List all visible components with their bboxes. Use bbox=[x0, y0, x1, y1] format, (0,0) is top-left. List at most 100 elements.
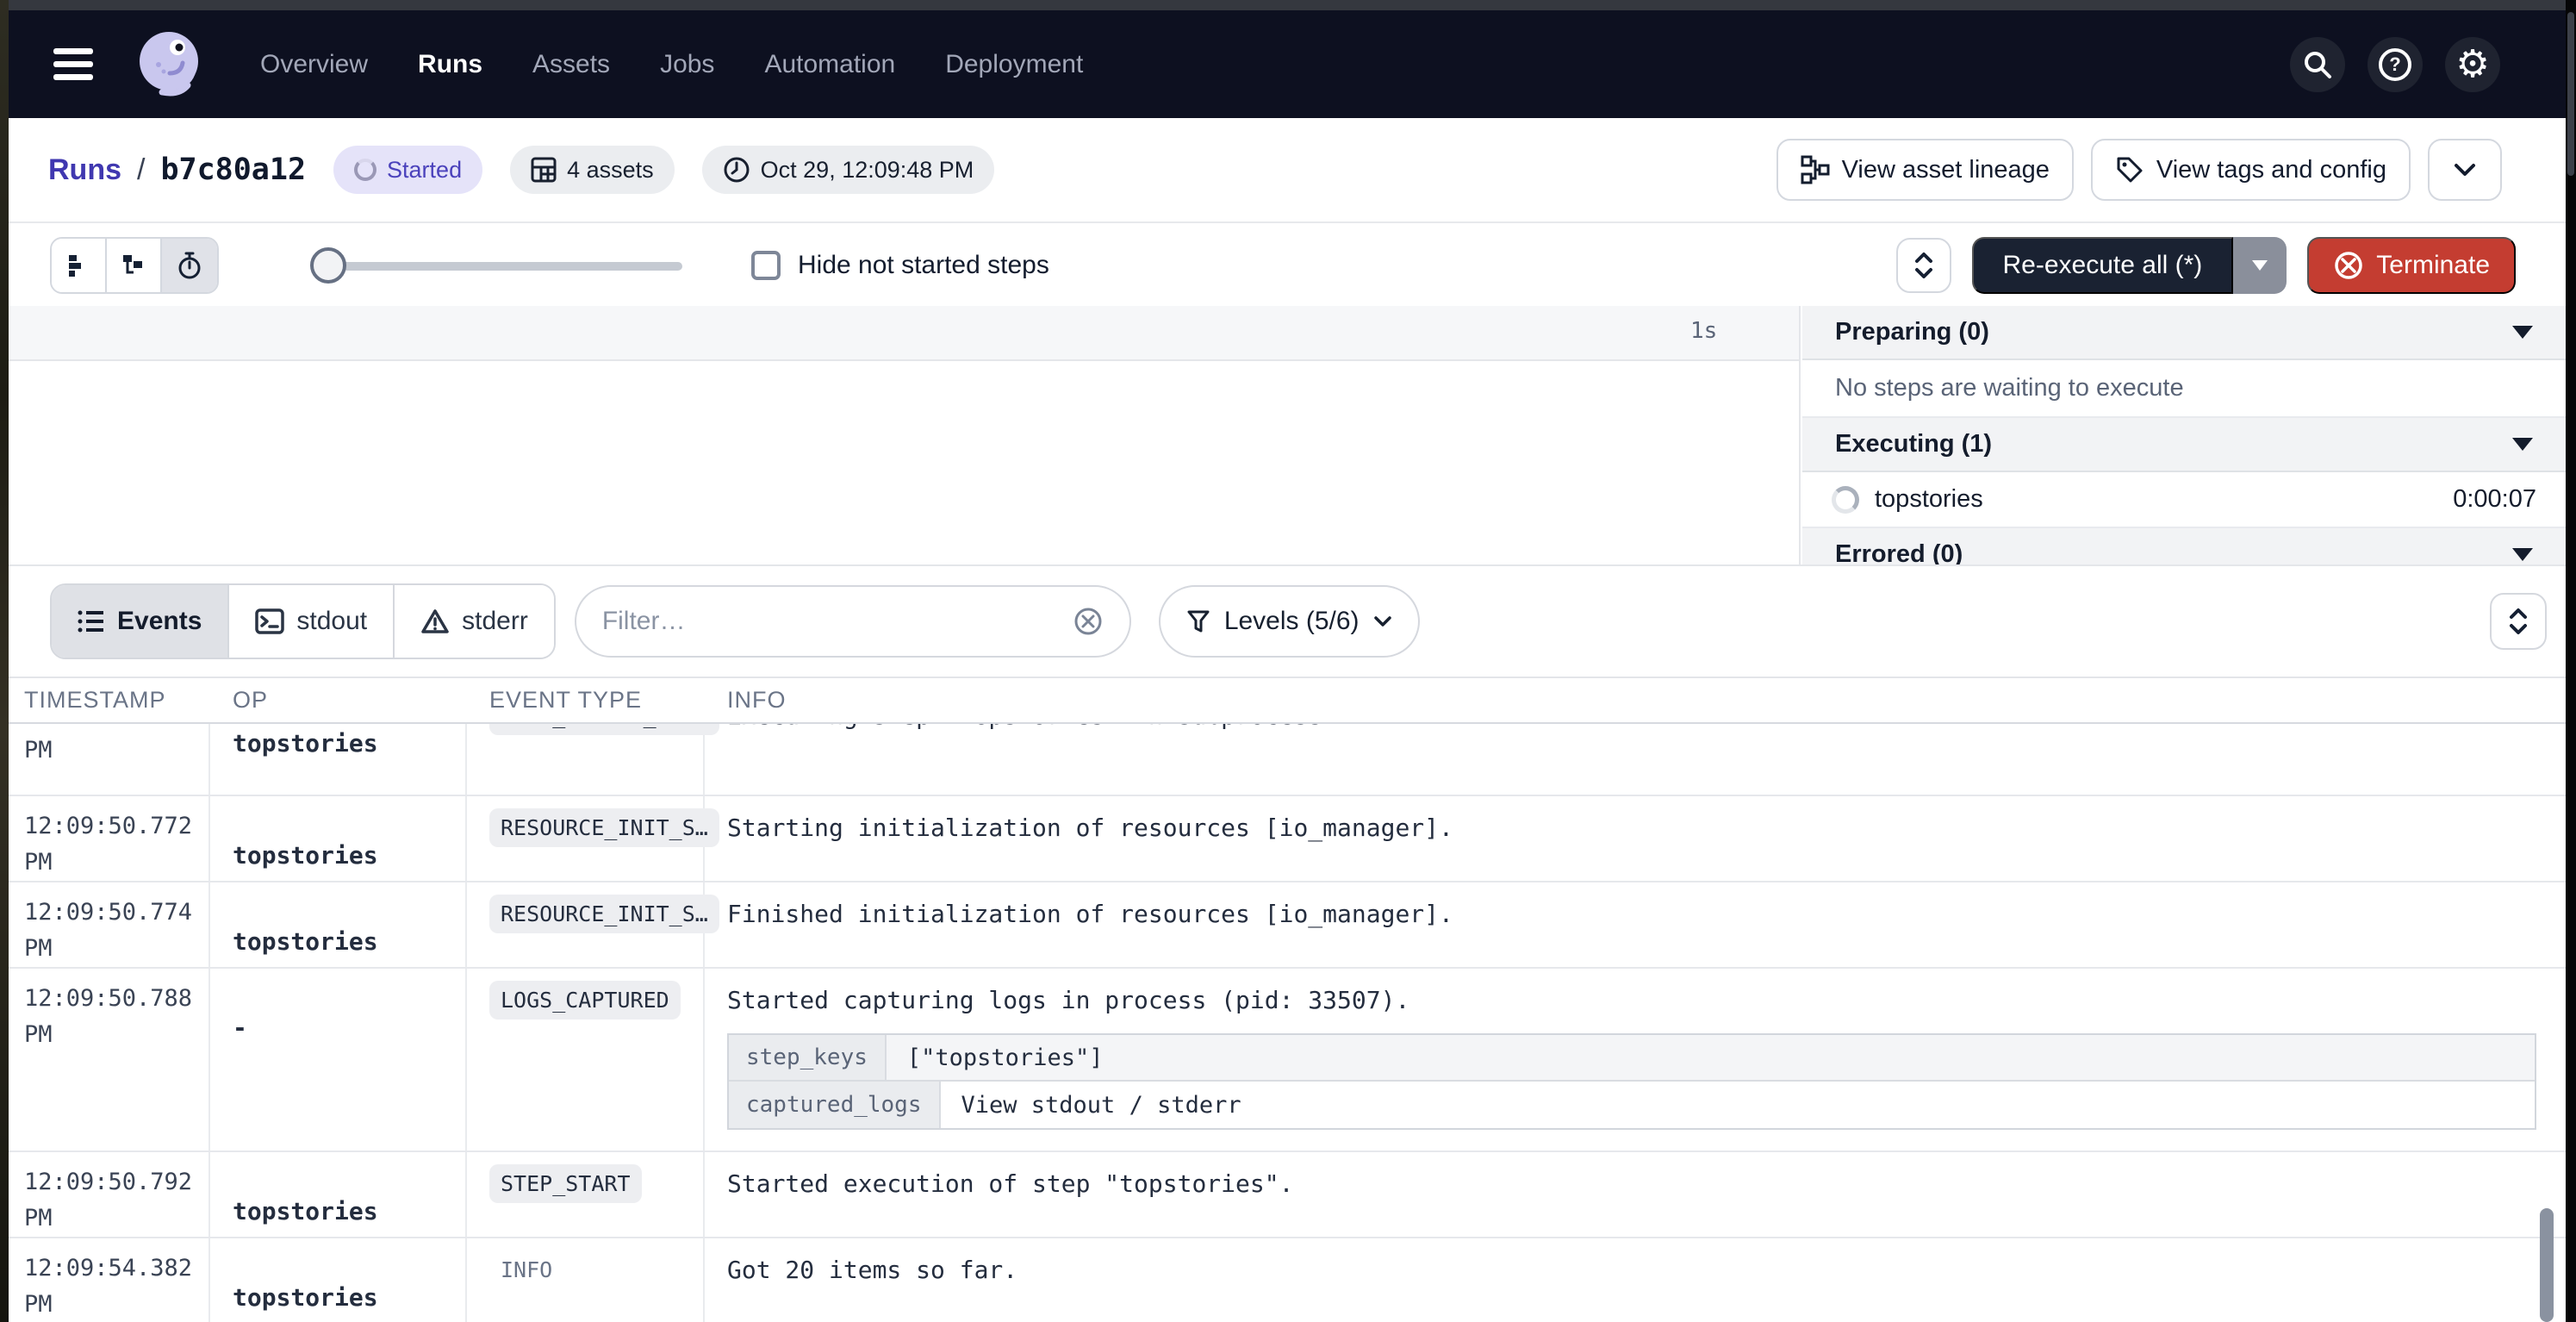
events-expand-button[interactable] bbox=[2490, 593, 2547, 650]
waterfall-view-icon bbox=[121, 253, 146, 278]
log-filter-input[interactable] bbox=[602, 607, 1061, 636]
executing-step-row[interactable]: topstories 0:00:07 bbox=[1802, 472, 2566, 528]
terminate-button[interactable]: Terminate bbox=[2307, 237, 2516, 294]
column-header-event-type: EVENT TYPE bbox=[465, 678, 703, 722]
events-table-header: TIMESTAMP OP EVENT TYPE INFO bbox=[0, 678, 2576, 724]
clock-icon bbox=[723, 156, 750, 184]
cell-event-type: LOGS_CAPTURED bbox=[465, 969, 703, 1151]
chevron-down-icon bbox=[2453, 162, 2477, 178]
hamburger-menu-icon[interactable] bbox=[53, 41, 93, 87]
event-type-badge: STEP_WORKER_STA… bbox=[489, 724, 719, 735]
flat-view-icon bbox=[65, 253, 91, 278]
levels-dropdown-button[interactable]: Levels (5/6) bbox=[1159, 585, 1420, 658]
column-header-info: INFO bbox=[703, 678, 2576, 722]
elapsed-time: 0:00:07 bbox=[2453, 485, 2536, 514]
collapse-caret-icon bbox=[2512, 548, 2533, 561]
spinner-icon bbox=[354, 159, 376, 181]
hide-not-started-checkbox[interactable] bbox=[751, 251, 781, 280]
svg-text:?: ? bbox=[2389, 53, 2400, 75]
waterfall-view-button[interactable] bbox=[107, 239, 162, 292]
table-row[interactable]: 12:09:50.774PMtopstoriesRESOURCE_INIT_S…… bbox=[0, 882, 2576, 969]
nav-item-automation[interactable]: Automation bbox=[764, 50, 895, 79]
cell-op: - bbox=[208, 969, 465, 1151]
step-name: topstories bbox=[1875, 485, 1983, 514]
metadata-value: ["topstories"] bbox=[887, 1035, 2535, 1080]
panel-section-preparing[interactable]: Preparing (0) bbox=[1802, 306, 2566, 360]
flat-view-button[interactable] bbox=[52, 239, 107, 292]
cell-op: topstories bbox=[208, 724, 465, 795]
help-button[interactable]: ? bbox=[2368, 37, 2423, 92]
hide-not-started-label[interactable]: Hide not started steps bbox=[798, 251, 1049, 280]
table-row[interactable]: 12:09:50.792PMtopstoriesSTEP_STARTStarte… bbox=[0, 1152, 2576, 1238]
search-button[interactable] bbox=[2290, 37, 2345, 92]
stopwatch-icon bbox=[176, 251, 203, 280]
events-scrollbar-thumb[interactable] bbox=[2540, 1208, 2554, 1322]
cell-info: Got 20 items so far. bbox=[703, 1238, 2576, 1322]
view-tags-config-button[interactable]: View tags and config bbox=[2091, 139, 2411, 201]
gantt-section: 1s most_frequent Hide unselected bbox=[0, 306, 2576, 564]
nav-item-overview[interactable]: Overview bbox=[260, 50, 368, 79]
more-actions-button[interactable] bbox=[2428, 139, 2502, 201]
breadcrumb-separator: / bbox=[137, 153, 145, 187]
reexecute-all-button[interactable]: Re-execute all (*) bbox=[1972, 237, 2234, 294]
tab-stderr[interactable]: stderr bbox=[395, 585, 554, 658]
dagster-logo-icon[interactable] bbox=[129, 25, 208, 104]
event-metadata-table: step_keys["topstories"]captured_logsView… bbox=[727, 1033, 2536, 1130]
gear-icon: ⚙ bbox=[2455, 46, 2489, 84]
column-header-op: OP bbox=[208, 678, 465, 722]
cell-op: topstories bbox=[208, 796, 465, 881]
zoom-slider[interactable] bbox=[320, 246, 682, 284]
cell-timestamp: 12:09:50.792PM bbox=[0, 1152, 208, 1237]
nav-item-assets[interactable]: Assets bbox=[532, 50, 610, 79]
metadata-key: captured_logs bbox=[729, 1082, 941, 1128]
gantt-chart[interactable]: 1s most_frequent Hide unselected bbox=[0, 306, 1801, 564]
reexecute-dropdown-button[interactable] bbox=[2233, 237, 2287, 294]
settings-button[interactable]: ⚙ bbox=[2445, 37, 2500, 92]
log-filter-box bbox=[575, 585, 1131, 658]
page-scrollbar[interactable] bbox=[2566, 0, 2576, 1322]
view-asset-lineage-button[interactable]: View asset lineage bbox=[1776, 139, 2074, 201]
cell-timestamp: 12:09:50.788PM bbox=[0, 969, 208, 1151]
start-time-badge: Oct 29, 12:09:48 PM bbox=[702, 146, 995, 194]
tag-icon bbox=[2115, 155, 2144, 184]
top-nav: Overview Runs Assets Jobs Automation Dep… bbox=[0, 10, 2576, 118]
assets-grid-icon bbox=[531, 157, 557, 183]
cell-timestamp: 12:09:50.772PM bbox=[0, 796, 208, 881]
events-toolbar: Events stdout stderr Levels (5/6) bbox=[0, 566, 2576, 678]
clear-filter-icon[interactable] bbox=[1073, 606, 1104, 637]
cell-timestamp: 12:09:54.382PM bbox=[0, 1238, 208, 1322]
tab-stdout[interactable]: stdout bbox=[229, 585, 395, 658]
cell-event-type: STEP_START bbox=[465, 1152, 703, 1237]
scrollbar-thumb[interactable] bbox=[2567, 12, 2574, 176]
dropdown-caret-icon bbox=[2252, 260, 2268, 271]
nav-links: Overview Runs Assets Jobs Automation Dep… bbox=[260, 50, 1083, 79]
cell-event-type: RESOURCE_INIT_S… bbox=[465, 796, 703, 881]
tab-events[interactable]: Events bbox=[52, 585, 229, 658]
funnel-icon bbox=[1186, 609, 1210, 633]
panel-section-executing[interactable]: Executing (1) bbox=[1802, 418, 2566, 472]
metadata-value[interactable]: View stdout / stderr bbox=[941, 1082, 2536, 1128]
panel-expand-button[interactable] bbox=[1896, 238, 1951, 293]
timer-view-button[interactable] bbox=[162, 239, 217, 292]
lineage-icon bbox=[1801, 155, 1830, 184]
assets-badge[interactable]: 4 assets bbox=[510, 146, 675, 194]
preparing-empty-message: No steps are waiting to execute bbox=[1802, 360, 2566, 418]
window-left-edge bbox=[0, 0, 9, 1322]
app-window: Overview Runs Assets Jobs Automation Dep… bbox=[0, 0, 2576, 1322]
nav-item-jobs[interactable]: Jobs bbox=[660, 50, 714, 79]
nav-item-deployment[interactable]: Deployment bbox=[945, 50, 1083, 79]
breadcrumb-runs-link[interactable]: Runs bbox=[48, 153, 121, 187]
event-type-badge: LOGS_CAPTURED bbox=[489, 981, 681, 1020]
cell-info: Started capturing logs in process (pid: … bbox=[703, 969, 2576, 1151]
table-row[interactable]: 12:09:50.7PMtopstoriesSTEP_WORKER_STA…Ex… bbox=[0, 724, 2576, 796]
events-table-body[interactable]: 12:09:50.7PMtopstoriesSTEP_WORKER_STA…Ex… bbox=[0, 724, 2576, 1322]
cancel-circle-icon bbox=[2333, 250, 2364, 281]
slider-thumb[interactable] bbox=[310, 247, 346, 284]
slider-track[interactable] bbox=[320, 262, 682, 271]
table-row[interactable]: 12:09:54.382PMtopstoriesINFOGot 20 items… bbox=[0, 1238, 2576, 1322]
nav-item-runs[interactable]: Runs bbox=[418, 50, 482, 79]
table-row[interactable]: 12:09:50.772PMtopstoriesRESOURCE_INIT_S…… bbox=[0, 796, 2576, 882]
sort-chevrons-icon bbox=[2508, 607, 2529, 636]
panel-section-errored[interactable]: Errored (0) bbox=[1802, 528, 2566, 564]
table-row[interactable]: 12:09:50.788PM-LOGS_CAPTURED Started capt… bbox=[0, 969, 2576, 1152]
